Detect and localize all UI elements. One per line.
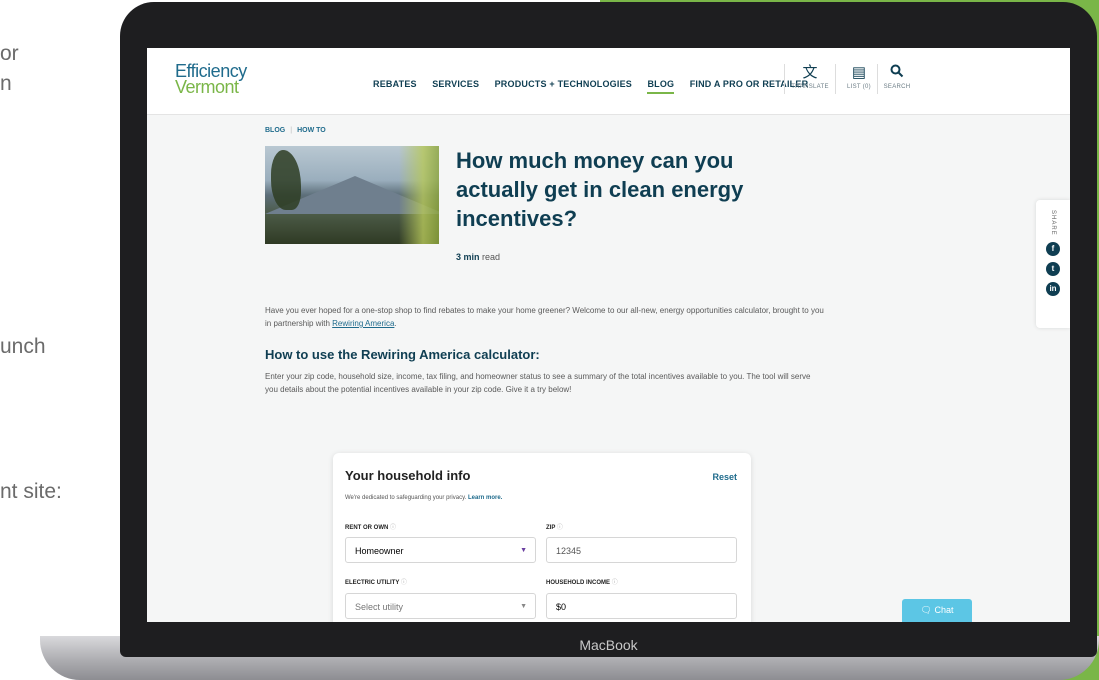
card-title: Your household info [345,468,471,483]
translate-button[interactable]: 文 TRANSLATE [788,64,832,90]
search-icon [875,64,919,82]
learn-more-link[interactable]: Learn more. [468,495,502,501]
laptop-brand: MacBook [579,637,638,653]
chat-icon: 🗨 [920,605,932,615]
logo-line-2: Vermont [175,77,239,97]
read-time-unit: read [482,252,501,262]
slide-text-fragment: or [0,42,19,65]
intro-paragraph: Have you ever hoped for a one-stop shop … [265,304,825,330]
electric-utility-value: Select utility [355,602,404,612]
hero-tree [271,150,301,210]
breadcrumb-divider: | [290,127,293,134]
nav-divider [784,64,785,94]
site-header: Efficiency Vermont REBATES SERVICES PROD… [147,48,1070,115]
site-logo[interactable]: Efficiency Vermont [175,62,247,97]
share-label: SHARE [1050,210,1056,236]
main-nav: REBATES SERVICES PRODUCTS + TECHNOLOGIES… [373,74,819,94]
translate-label: TRANSLATE [791,84,829,90]
chevron-down-icon: ▼ [520,603,527,610]
electric-utility-select[interactable]: Select utility ▼ [345,593,536,619]
zip-label-text: ZIP [546,525,556,531]
twitter-icon[interactable]: t [1046,261,1060,276]
rent-or-own-value: Homeowner [355,546,404,556]
privacy-note: We're dedicated to safeguarding your pri… [345,495,502,501]
chat-label: Chat [934,605,954,615]
slide-text-fragment: n [0,72,12,95]
section-heading: How to use the Rewiring America calculat… [265,347,540,362]
article-hero-image [265,146,439,244]
household-info-card: Your household info Reset We're dedicate… [333,453,751,622]
slide-text-fragment: nt site: [0,480,62,503]
intro-end: . [394,319,397,328]
section-paragraph: Enter your zip code, household size, inc… [265,372,811,394]
nav-item-rebates[interactable]: REBATES [373,79,417,92]
breadcrumb-blog[interactable]: BLOG [265,127,285,134]
breadcrumb-how-to[interactable]: HOW TO [297,127,326,134]
privacy-text: We're dedicated to safeguarding your pri… [345,495,467,501]
nav-divider [835,64,836,94]
household-income-label-text: HOUSEHOLD INCOME [546,580,611,586]
share-rail: SHARE f t in [1036,200,1070,328]
zip-value: 12345 [556,546,582,556]
electric-utility-label: ELECTRIC UTILITY ⓘ [345,577,407,586]
facebook-icon[interactable]: f [1046,241,1060,256]
nav-item-blog[interactable]: BLOG [647,79,675,94]
help-icon[interactable]: ⓘ [557,525,563,531]
electric-utility-label-text: ELECTRIC UTILITY [345,580,400,586]
laptop-screen: Efficiency Vermont REBATES SERVICES PROD… [147,48,1070,622]
rent-or-own-label-text: RENT OR OWN [345,525,389,531]
rent-or-own-select[interactable]: Homeowner ▼ [345,537,536,563]
nav-item-services[interactable]: SERVICES [432,79,479,92]
household-income-input[interactable]: $0 [546,593,737,619]
chevron-down-icon: ▼ [520,547,527,554]
slide-text-fragment: unch [0,335,46,358]
zip-label: ZIP ⓘ [546,522,563,531]
read-time-value: 3 min [456,252,480,262]
help-icon[interactable]: ⓘ [390,525,396,531]
zip-input[interactable]: 12345 [546,537,737,563]
linkedin-icon[interactable]: in [1046,281,1060,296]
nav-item-products-technologies[interactable]: PRODUCTS + TECHNOLOGIES [495,79,632,92]
hero-foliage [399,146,439,244]
help-icon[interactable]: ⓘ [401,580,407,586]
household-income-value: $0 [556,602,567,612]
search-label: SEARCH [883,84,911,90]
reset-button[interactable]: Reset [712,472,737,482]
rewiring-america-link[interactable]: Rewiring America [332,319,394,328]
chat-button[interactable]: 🗨 Chat [902,599,972,622]
breadcrumb: BLOG | HOW TO [265,127,326,134]
rent-or-own-label: RENT OR OWN ⓘ [345,522,396,531]
article-title: How much money can you actually get in c… [456,148,744,231]
read-time: 3 min read [456,252,500,262]
search-button[interactable]: SEARCH [875,64,919,90]
translate-icon: 文 [802,64,818,81]
household-income-label: HOUSEHOLD INCOME ⓘ [546,577,618,586]
help-icon[interactable]: ⓘ [612,580,618,586]
